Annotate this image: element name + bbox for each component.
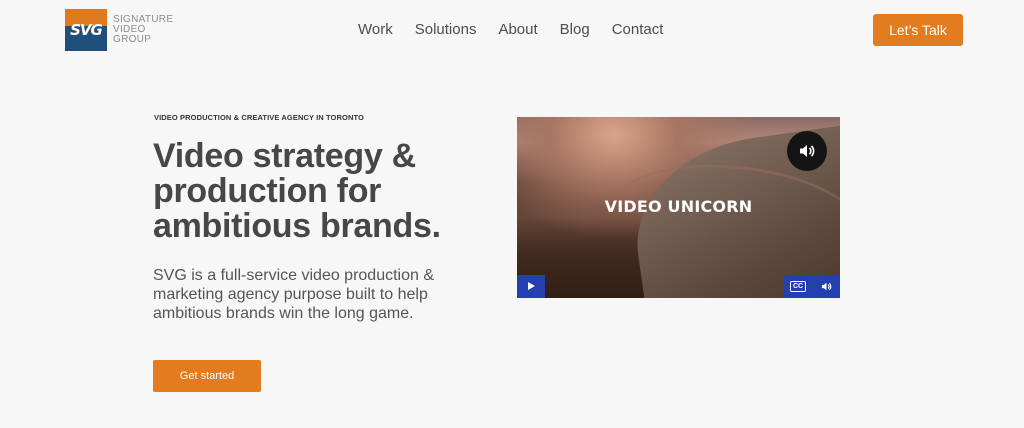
hero-subtext: SVG is a full-service video production &… bbox=[153, 266, 463, 323]
hero-eyebrow: VIDEO PRODUCTION & CREATIVE AGENCY IN TO… bbox=[154, 113, 364, 122]
play-button[interactable] bbox=[517, 275, 545, 298]
hero-headline: Video strategy & production for ambitiou… bbox=[153, 139, 473, 244]
nav-item-contact[interactable]: Contact bbox=[612, 20, 664, 40]
subtext-line: ambitious brands win the long game. bbox=[153, 305, 414, 322]
logo[interactable]: SVG SIGNATURE VIDEO GROUP bbox=[65, 9, 185, 51]
logo-wordmark: SIGNATURE VIDEO GROUP bbox=[113, 15, 173, 45]
headline-line: Video strategy & bbox=[153, 137, 416, 175]
get-started-button[interactable]: Get started bbox=[153, 360, 261, 392]
nav-item-work[interactable]: Work bbox=[358, 20, 393, 40]
logo-line: GROUP bbox=[113, 34, 152, 45]
play-icon bbox=[528, 282, 535, 291]
volume-icon bbox=[821, 282, 831, 290]
subtext-line: marketing agency purpose built to help bbox=[153, 286, 428, 303]
logo-mark-text: SVG bbox=[70, 21, 103, 39]
site-header: SVG SIGNATURE VIDEO GROUP Work Solutions… bbox=[0, 0, 1024, 60]
volume-button[interactable] bbox=[812, 275, 840, 298]
subtext-line: SVG is a full-service video production & bbox=[153, 267, 435, 284]
captions-button[interactable]: CC bbox=[784, 275, 812, 298]
speaker-icon bbox=[800, 144, 815, 157]
headline-line: ambitious brands. bbox=[153, 207, 441, 245]
main-nav: Work Solutions About Blog Contact bbox=[358, 20, 663, 40]
nav-item-about[interactable]: About bbox=[498, 20, 537, 40]
closed-captions-icon: CC bbox=[789, 281, 807, 292]
lets-talk-button[interactable]: Let’s Talk bbox=[873, 14, 963, 46]
video-player[interactable]: VIDEO UNICORN CC bbox=[517, 117, 840, 298]
video-overlay-title: VIDEO UNICORN bbox=[604, 197, 753, 216]
video-controls-right: CC bbox=[784, 275, 840, 298]
headline-line: production for bbox=[153, 172, 382, 210]
unmute-button[interactable] bbox=[787, 131, 827, 171]
nav-item-blog[interactable]: Blog bbox=[560, 20, 590, 40]
nav-item-solutions[interactable]: Solutions bbox=[415, 20, 477, 40]
logo-mark: SVG bbox=[65, 9, 107, 51]
